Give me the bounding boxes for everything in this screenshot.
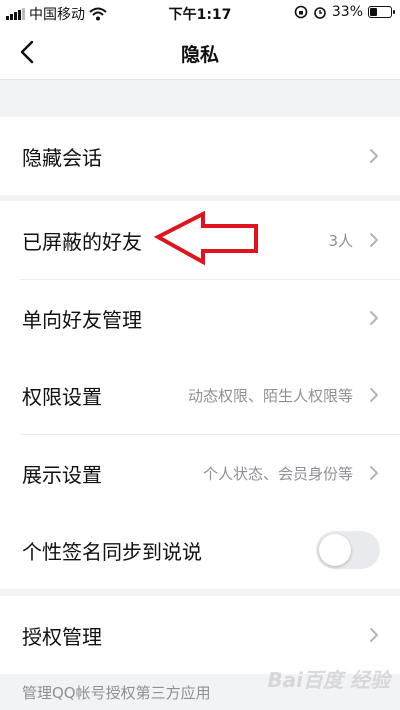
row-display-settings[interactable]: 展示设置 个人状态、会员身份等 [0,434,400,512]
blocked-count: 3人 [328,231,353,250]
settings-group-2: 已屏蔽的好友 3人 单向好友管理 [0,201,400,357]
row-blocked-friends[interactable]: 已屏蔽的好友 3人 [0,201,400,279]
lock-rotation-icon [294,5,308,19]
chevron-right-icon [370,628,378,642]
settings-group-5: 授权管理 [0,596,400,674]
row-label: 授权管理 [22,624,102,649]
toggle-knob [319,534,351,566]
battery-percent: 33% [331,4,363,20]
alarm-icon [314,7,326,19]
row-signature-sync: 个性签名同步到说说 [0,511,400,589]
authorization-footnote: 管理QQ帐号授权第三方应用 [22,684,211,702]
status-right: 33% [294,4,395,20]
chevron-right-icon [370,466,378,480]
row-value: 个人状态、会员身份等 [202,464,353,483]
battery-icon [368,6,395,18]
row-value: 动态权限、陌生人权限等 [187,386,353,405]
page-title: 隐私 [180,44,219,66]
row-label: 权限设置 [22,384,102,409]
chevron-right-icon [370,311,378,325]
row-label: 已屏蔽的好友 [22,229,142,254]
row-label: 展示设置 [22,462,102,487]
settings-group-3: 权限设置 动态权限、陌生人权限等 展示设置 个人状态、会员身份等 [0,356,400,512]
baidu-watermark: Bai百度 经验 [267,668,390,692]
status-bar: 中国移动 下午1:17 33% [0,0,400,26]
row-label: 隐藏会话 [22,145,102,170]
row-one-way-friends[interactable]: 单向好友管理 [0,279,400,357]
settings-group-4: 个性签名同步到说说 [0,511,400,589]
row-label: 单向好友管理 [22,307,142,332]
chevron-right-icon [370,233,378,247]
chevron-right-icon [370,149,378,163]
chevron-right-icon [370,388,378,402]
row-permission-settings[interactable]: 权限设置 动态权限、陌生人权限等 [0,356,400,434]
row-label: 个性签名同步到说说 [22,539,202,564]
nav-bar: 隐私 [0,26,400,80]
settings-group-1: 隐藏会话 [0,117,400,195]
signature-sync-toggle[interactable] [316,531,380,569]
row-authorization-management[interactable]: 授权管理 [0,596,400,674]
row-hidden-chats[interactable]: 隐藏会话 [0,117,400,195]
